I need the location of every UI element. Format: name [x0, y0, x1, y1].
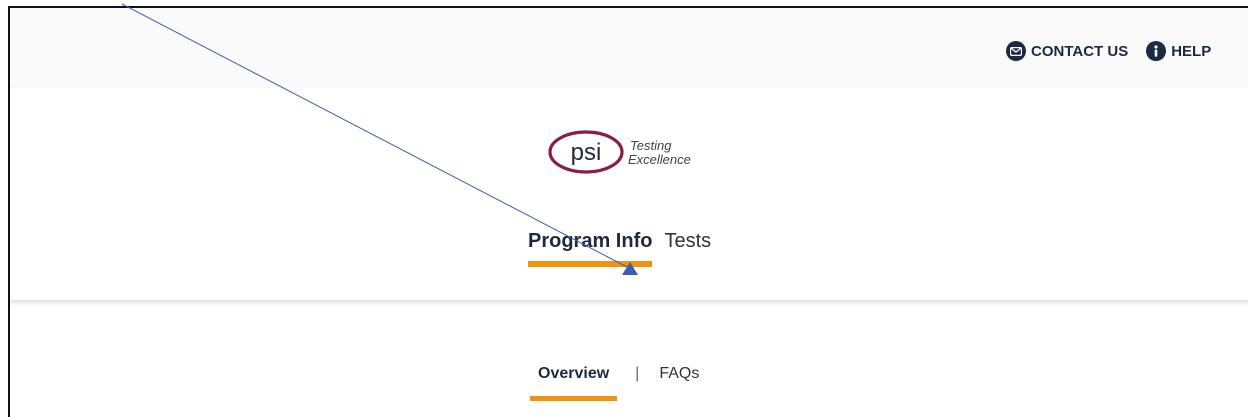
subtab-overview-label: Overview [538, 365, 610, 382]
subnav-separator: | [635, 365, 640, 382]
tab-program-info[interactable]: Program Info [528, 230, 653, 267]
utility-bar: CONTACT US HELP [10, 8, 1248, 88]
info-icon [1146, 41, 1167, 61]
envelope-icon [1006, 41, 1026, 61]
contact-us-label: CONTACT US [1031, 42, 1129, 60]
site-header: psi Testing Excellence Program Info Test… [10, 88, 1248, 301]
main-nav: Program Info Tests [528, 230, 711, 267]
help-label: HELP [1171, 42, 1212, 60]
active-tab-underline [528, 261, 653, 267]
utility-links: CONTACT US HELP [1006, 41, 1211, 61]
psi-logo[interactable]: psi Testing Excellence [548, 128, 718, 176]
tab-tests[interactable]: Tests [664, 230, 711, 267]
tab-tests-label: Tests [664, 230, 712, 252]
tab-program-info-label: Program Info [528, 230, 653, 252]
subtab-faqs-label: FAQs [659, 365, 700, 382]
subtab-faqs[interactable]: FAQs [651, 365, 707, 401]
logo-brand-text: psi [571, 139, 602, 166]
help-link[interactable]: HELP [1146, 41, 1211, 61]
logo-tagline-line1: Testing [630, 138, 672, 153]
sub-nav: Overview | FAQs [530, 365, 707, 401]
subtab-overview[interactable]: Overview [530, 365, 618, 401]
logo-tagline-line2: Excellence [628, 152, 691, 167]
contact-us-link[interactable]: CONTACT US [1006, 41, 1128, 61]
browser-viewport: CONTACT US HELP psi Testing Excellence P… [8, 6, 1248, 417]
active-subtab-underline [530, 396, 618, 401]
